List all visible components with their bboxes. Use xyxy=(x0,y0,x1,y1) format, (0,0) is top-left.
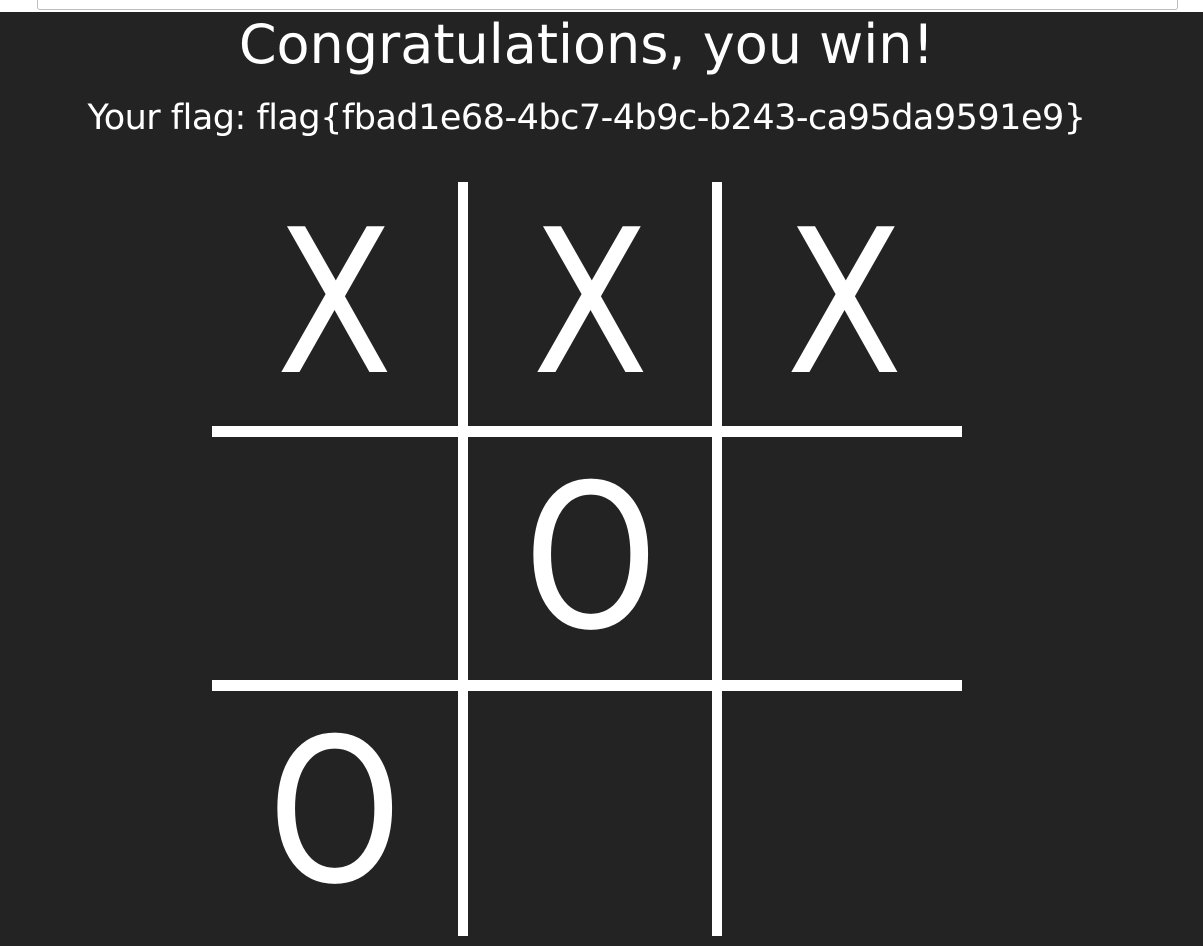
board-cell-1[interactable]: X xyxy=(468,182,714,426)
tic-tac-toe-board: X X X O O xyxy=(212,182,962,936)
board-cell-7[interactable] xyxy=(468,691,714,935)
board-cell-0[interactable]: X xyxy=(212,182,458,426)
grid-line-vertical-1 xyxy=(458,182,468,936)
board-cell-2[interactable]: X xyxy=(722,182,968,426)
address-bar[interactable] xyxy=(37,0,1178,10)
cell-mark: X xyxy=(532,187,650,420)
board-cell-6[interactable]: O xyxy=(212,691,458,935)
board-cell-4[interactable]: O xyxy=(468,437,714,681)
board-cell-8[interactable] xyxy=(722,691,968,935)
grid-line-horizontal-2 xyxy=(212,680,962,691)
cell-mark: O xyxy=(268,696,402,929)
cell-mark: X xyxy=(786,187,904,420)
board-cell-3[interactable] xyxy=(212,437,458,681)
grid-line-horizontal-1 xyxy=(212,426,962,437)
cell-mark: O xyxy=(524,442,658,675)
win-title: Congratulations, you win! xyxy=(238,13,935,76)
browser-top-strip xyxy=(0,0,1203,12)
flag-text: Your flag: flag{fbad1e68-4bc7-4b9c-b243-… xyxy=(87,98,1086,138)
board-cell-5[interactable] xyxy=(722,437,968,681)
game-page: Congratulations, you win! Your flag: fla… xyxy=(0,0,1203,946)
cell-mark: X xyxy=(276,187,394,420)
